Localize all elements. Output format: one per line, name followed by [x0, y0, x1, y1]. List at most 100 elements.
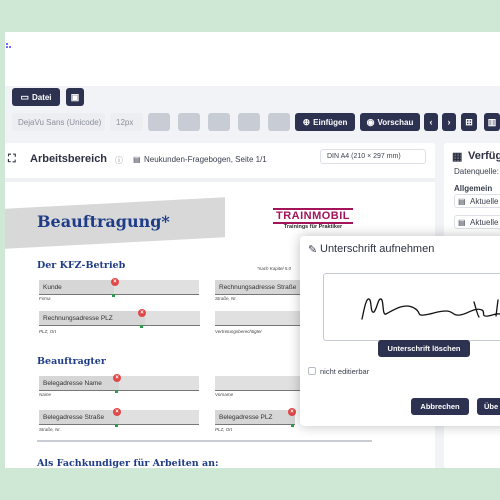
add-page-icon: ⊞	[465, 116, 473, 127]
field-kunde[interactable]: Kunde	[39, 280, 114, 295]
align-right-button[interactable]	[268, 113, 290, 131]
field-assignee-street-area[interactable]	[119, 410, 199, 425]
align-center-button[interactable]	[238, 113, 260, 131]
document-title: Neukunden-Fragebogen, Seite 1/1	[144, 155, 267, 164]
field-label: PLZ, Ort	[39, 329, 57, 334]
variable-item[interactable]: ▤ Aktuelle	[454, 215, 500, 229]
easel-icon: ⛶	[8, 153, 16, 165]
file-icon: ▭	[20, 91, 29, 102]
field-label: Vertretungsberechtigter	[215, 329, 262, 334]
font-family-select[interactable]: DejaVu Sans (Unicode)	[12, 113, 105, 131]
italic-button[interactable]	[178, 113, 200, 131]
signature-dialog: ✎ Unterschrift aufnehmen Unterschrift lö…	[300, 236, 500, 426]
plus-circle-icon: ⊕	[302, 116, 311, 127]
field-label: Vorname	[215, 392, 234, 397]
field-billing-zip-area[interactable]	[145, 311, 200, 326]
save-button[interactable]: ▣	[66, 88, 84, 106]
font-size-value: 12px	[116, 117, 134, 127]
calendar-icon: ▦	[452, 151, 463, 163]
delete-page-button[interactable]: ▥	[484, 113, 500, 131]
logo-tagline: Trainings für Praktiker	[283, 224, 343, 230]
insert-button[interactable]: ⊕ Einfügen	[295, 113, 355, 131]
confirm-button[interactable]: Übe	[477, 398, 500, 415]
field-first-name[interactable]	[215, 376, 305, 391]
file-menu-button[interactable]: ▭ Datei	[12, 88, 60, 106]
eye-icon: ◉	[366, 116, 375, 127]
chevron-left-icon: ‹	[429, 116, 433, 127]
section-title: Der KFZ-Betrieb	[37, 260, 126, 271]
variables-title: Verfüg	[468, 150, 500, 162]
remove-field-icon[interactable]: ×	[138, 309, 146, 317]
field-label: Straße, Nr.	[215, 296, 237, 301]
page-format-select[interactable]: DIN A4 (210 × 297 mm)	[320, 149, 426, 164]
remove-field-icon[interactable]: ×	[113, 408, 121, 416]
document-icon: ▤	[133, 155, 141, 164]
variable-item[interactable]: ▤ Aktuelle	[454, 194, 500, 208]
bold-button[interactable]	[148, 113, 170, 131]
variable-label: Aktuelle	[470, 218, 499, 227]
field-label: PLZ, Ort	[215, 427, 233, 432]
banner-title: Beauftragung*	[37, 212, 170, 231]
new-page-button[interactable]: ⊞	[461, 113, 477, 131]
resize-handle[interactable]	[115, 424, 118, 427]
variable-icon: ▤	[458, 218, 466, 227]
page-format-value: DIN A4 (210 × 297 mm)	[327, 153, 401, 160]
group-label: Allgemein	[454, 184, 493, 193]
toolbar: ▭ Datei ▣ DejaVu Sans (Unicode) 12px ⊕ E…	[0, 84, 500, 134]
confirm-label: Übe	[484, 402, 499, 411]
app-logo-icon	[5, 43, 11, 49]
field-billing-zip[interactable]: Rechnungsadresse PLZ	[39, 311, 145, 326]
field-assignee-name-area[interactable]	[119, 376, 199, 391]
save-icon: ▣	[70, 91, 80, 102]
cancel-label: Abbrechen	[420, 402, 460, 411]
field-assignee-zip[interactable]: Belegadresse PLZ	[215, 410, 295, 425]
preview-label: Vorschau	[377, 117, 414, 127]
section-title: Beauftragter	[37, 356, 106, 367]
field-billing-street[interactable]: Rechnungsadresse Straße	[215, 280, 305, 295]
field-representative[interactable]	[215, 311, 305, 326]
field-label: Name	[39, 392, 52, 397]
preview-button[interactable]: ◉ Vorschau	[360, 113, 420, 131]
remove-field-icon[interactable]: ×	[111, 278, 119, 286]
file-menu-label: Datei	[31, 92, 52, 102]
remove-field-icon[interactable]: ×	[113, 374, 121, 382]
signature-stroke	[361, 298, 500, 320]
resize-handle[interactable]	[140, 325, 143, 328]
top-bar	[5, 32, 500, 60]
field-assignee-street[interactable]: Belegadresse Straße	[39, 410, 119, 425]
align-left-button[interactable]	[208, 113, 230, 131]
data-source-label: Datenquelle:	[454, 167, 499, 176]
logo-name: TRAINMOBIL	[273, 208, 353, 224]
font-size-input[interactable]: 12px	[110, 113, 143, 131]
clear-signature-button[interactable]: Unterschrift löschen	[378, 340, 470, 357]
resize-handle[interactable]	[115, 390, 118, 393]
footnote: *nach Kapitel 5.0	[257, 266, 292, 271]
remove-field-icon[interactable]: ×	[288, 408, 296, 416]
font-family-value: DejaVu Sans (Unicode)	[18, 117, 102, 127]
resize-handle[interactable]	[112, 294, 115, 297]
section-title: Als Fachkundiger für Arbeiten an:	[37, 458, 219, 468]
pen-icon: ✎	[308, 244, 318, 256]
next-page-button[interactable]: ›	[442, 113, 456, 131]
clear-signature-label: Unterschrift löschen	[387, 344, 461, 353]
not-editable-checkbox[interactable]	[308, 367, 316, 375]
trash-icon: ▥	[487, 116, 497, 127]
previous-page-button[interactable]: ‹	[424, 113, 438, 131]
variable-icon: ▤	[458, 197, 466, 206]
signature-canvas[interactable]	[323, 273, 500, 341]
trainmobil-logo: TRAINMOBIL Trainings für Praktiker	[273, 208, 353, 230]
dialog-title: Unterschrift aufnehmen	[320, 243, 435, 255]
field-assignee-name[interactable]: Belegadresse Name	[39, 376, 119, 391]
insert-label: Einfügen	[313, 117, 348, 127]
workspace-title: Arbeitsbereich	[30, 153, 108, 165]
field-label: Firma	[39, 296, 51, 301]
resize-handle[interactable]	[291, 424, 294, 427]
cancel-button[interactable]: Abbrechen	[411, 398, 469, 415]
variable-label: Aktuelle	[470, 197, 499, 206]
chevron-right-icon: ›	[447, 116, 451, 127]
divider	[37, 440, 372, 442]
info-icon[interactable]: ⓘ	[115, 155, 123, 166]
field-kunde-area[interactable]	[114, 280, 199, 295]
not-editable-label: nicht editierbar	[320, 367, 370, 376]
field-label: Straße, Nr.	[39, 427, 61, 432]
